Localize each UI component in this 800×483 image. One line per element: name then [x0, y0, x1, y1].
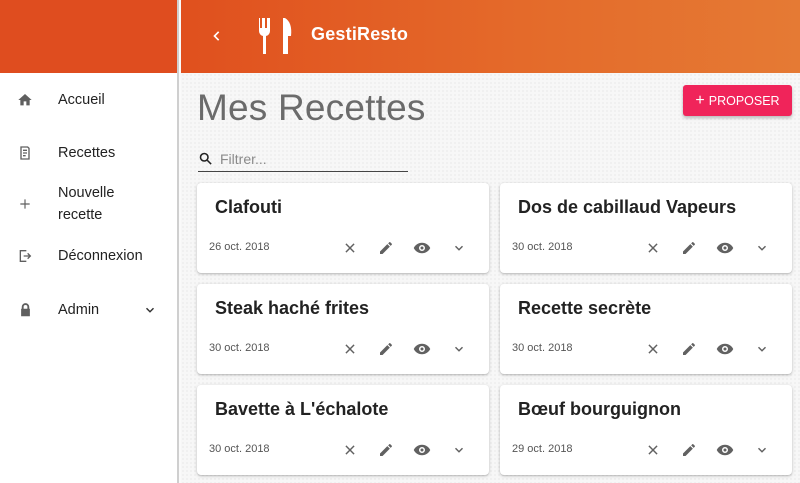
recipe-card: Bœuf bourguignon 29 oct. 2018: [500, 385, 792, 475]
propose-button-label: PROPOSER: [708, 93, 780, 108]
sidebar-item-nouvelle-recette[interactable]: Nouvelle recette: [0, 182, 177, 226]
plus-icon: [16, 195, 34, 213]
delete-icon[interactable]: [340, 440, 360, 460]
view-icon[interactable]: [412, 238, 432, 258]
edit-icon[interactable]: [679, 238, 699, 258]
recipe-card: Dos de cabillaud Vapeurs 30 oct. 2018: [500, 183, 792, 273]
view-icon[interactable]: [412, 440, 432, 460]
recipe-title: Bavette à L'échalote: [215, 399, 389, 419]
recipe-title: Clafouti: [215, 197, 282, 217]
recipe-date: 30 oct. 2018: [512, 241, 573, 253]
sidebar-item-admin[interactable]: Admin: [0, 299, 177, 321]
cutlery-icon: [255, 14, 297, 56]
app-title: GestiResto: [311, 24, 409, 44]
recipe-card: Recette secrète 30 oct. 2018: [500, 284, 792, 374]
page-title: Mes Recettes: [197, 87, 426, 128]
recipe-title: Steak haché frites: [215, 298, 370, 318]
edit-icon[interactable]: [376, 440, 396, 460]
sidebar-item-recettes[interactable]: Recettes: [0, 142, 177, 164]
view-icon[interactable]: [715, 440, 735, 460]
delete-icon[interactable]: [643, 440, 663, 460]
search-icon: [198, 151, 214, 167]
home-icon: [16, 91, 34, 109]
chevron-left-icon[interactable]: [207, 26, 227, 46]
edit-icon[interactable]: [679, 440, 699, 460]
expand-icon[interactable]: [449, 440, 469, 460]
recipe-title: Bœuf bourguignon: [518, 399, 681, 419]
sidebar-header: [0, 0, 177, 73]
delete-icon[interactable]: [643, 339, 663, 359]
sidebar-item-accueil[interactable]: Accueil: [0, 89, 177, 111]
recipe-date: 30 oct. 2018: [209, 342, 270, 354]
recipe-title: Dos de cabillaud Vapeurs: [518, 197, 737, 217]
delete-icon[interactable]: [643, 238, 663, 258]
plus-icon: +: [695, 91, 705, 109]
sidebar-item-label: Admin: [58, 302, 100, 318]
chevron-down-icon: [143, 303, 157, 317]
expand-icon[interactable]: [449, 339, 469, 359]
expand-icon[interactable]: [752, 238, 772, 258]
recipe-card: Steak haché frites 30 oct. 2018: [197, 284, 489, 374]
recipe-date: 26 oct. 2018: [209, 241, 270, 253]
view-icon[interactable]: [412, 339, 432, 359]
view-icon[interactable]: [715, 339, 735, 359]
recipe-title: Recette secrète: [518, 298, 652, 318]
expand-icon[interactable]: [752, 339, 772, 359]
edit-icon[interactable]: [679, 339, 699, 359]
logout-icon: [16, 247, 34, 265]
sidebar-item-label: Nouvelle recette: [58, 185, 115, 223]
propose-button[interactable]: + PROPOSER: [683, 85, 792, 116]
sidebar-item-label: Accueil: [58, 92, 105, 108]
delete-icon[interactable]: [340, 238, 360, 258]
edit-icon[interactable]: [376, 238, 396, 258]
view-icon[interactable]: [715, 238, 735, 258]
sidebar-item-deconnexion[interactable]: Déconnexion: [0, 245, 177, 267]
expand-icon[interactable]: [449, 238, 469, 258]
receipt-icon: [16, 144, 34, 162]
recipe-date: 30 oct. 2018: [209, 443, 270, 455]
sidebar-item-label: Déconnexion: [58, 248, 143, 264]
edit-icon[interactable]: [376, 339, 396, 359]
filter-field: [198, 146, 408, 172]
lock-icon: [16, 301, 34, 319]
recipe-date: 29 oct. 2018: [512, 443, 573, 455]
recipe-card: Bavette à L'échalote 30 oct. 2018: [197, 385, 489, 475]
recipe-date: 30 oct. 2018: [512, 342, 573, 354]
delete-icon[interactable]: [340, 339, 360, 359]
expand-icon[interactable]: [752, 440, 772, 460]
filter-input[interactable]: [220, 148, 405, 170]
sidebar-item-label: Recettes: [58, 145, 116, 161]
recipe-card: Clafouti 26 oct. 2018: [197, 183, 489, 273]
main-content: Mes Recettes + PROPOSER Clafouti 26 oct.…: [181, 73, 800, 483]
app-header: GestiResto: [181, 0, 800, 73]
sidebar: Accueil Recettes Nouvelle recette Déconn…: [0, 0, 179, 483]
